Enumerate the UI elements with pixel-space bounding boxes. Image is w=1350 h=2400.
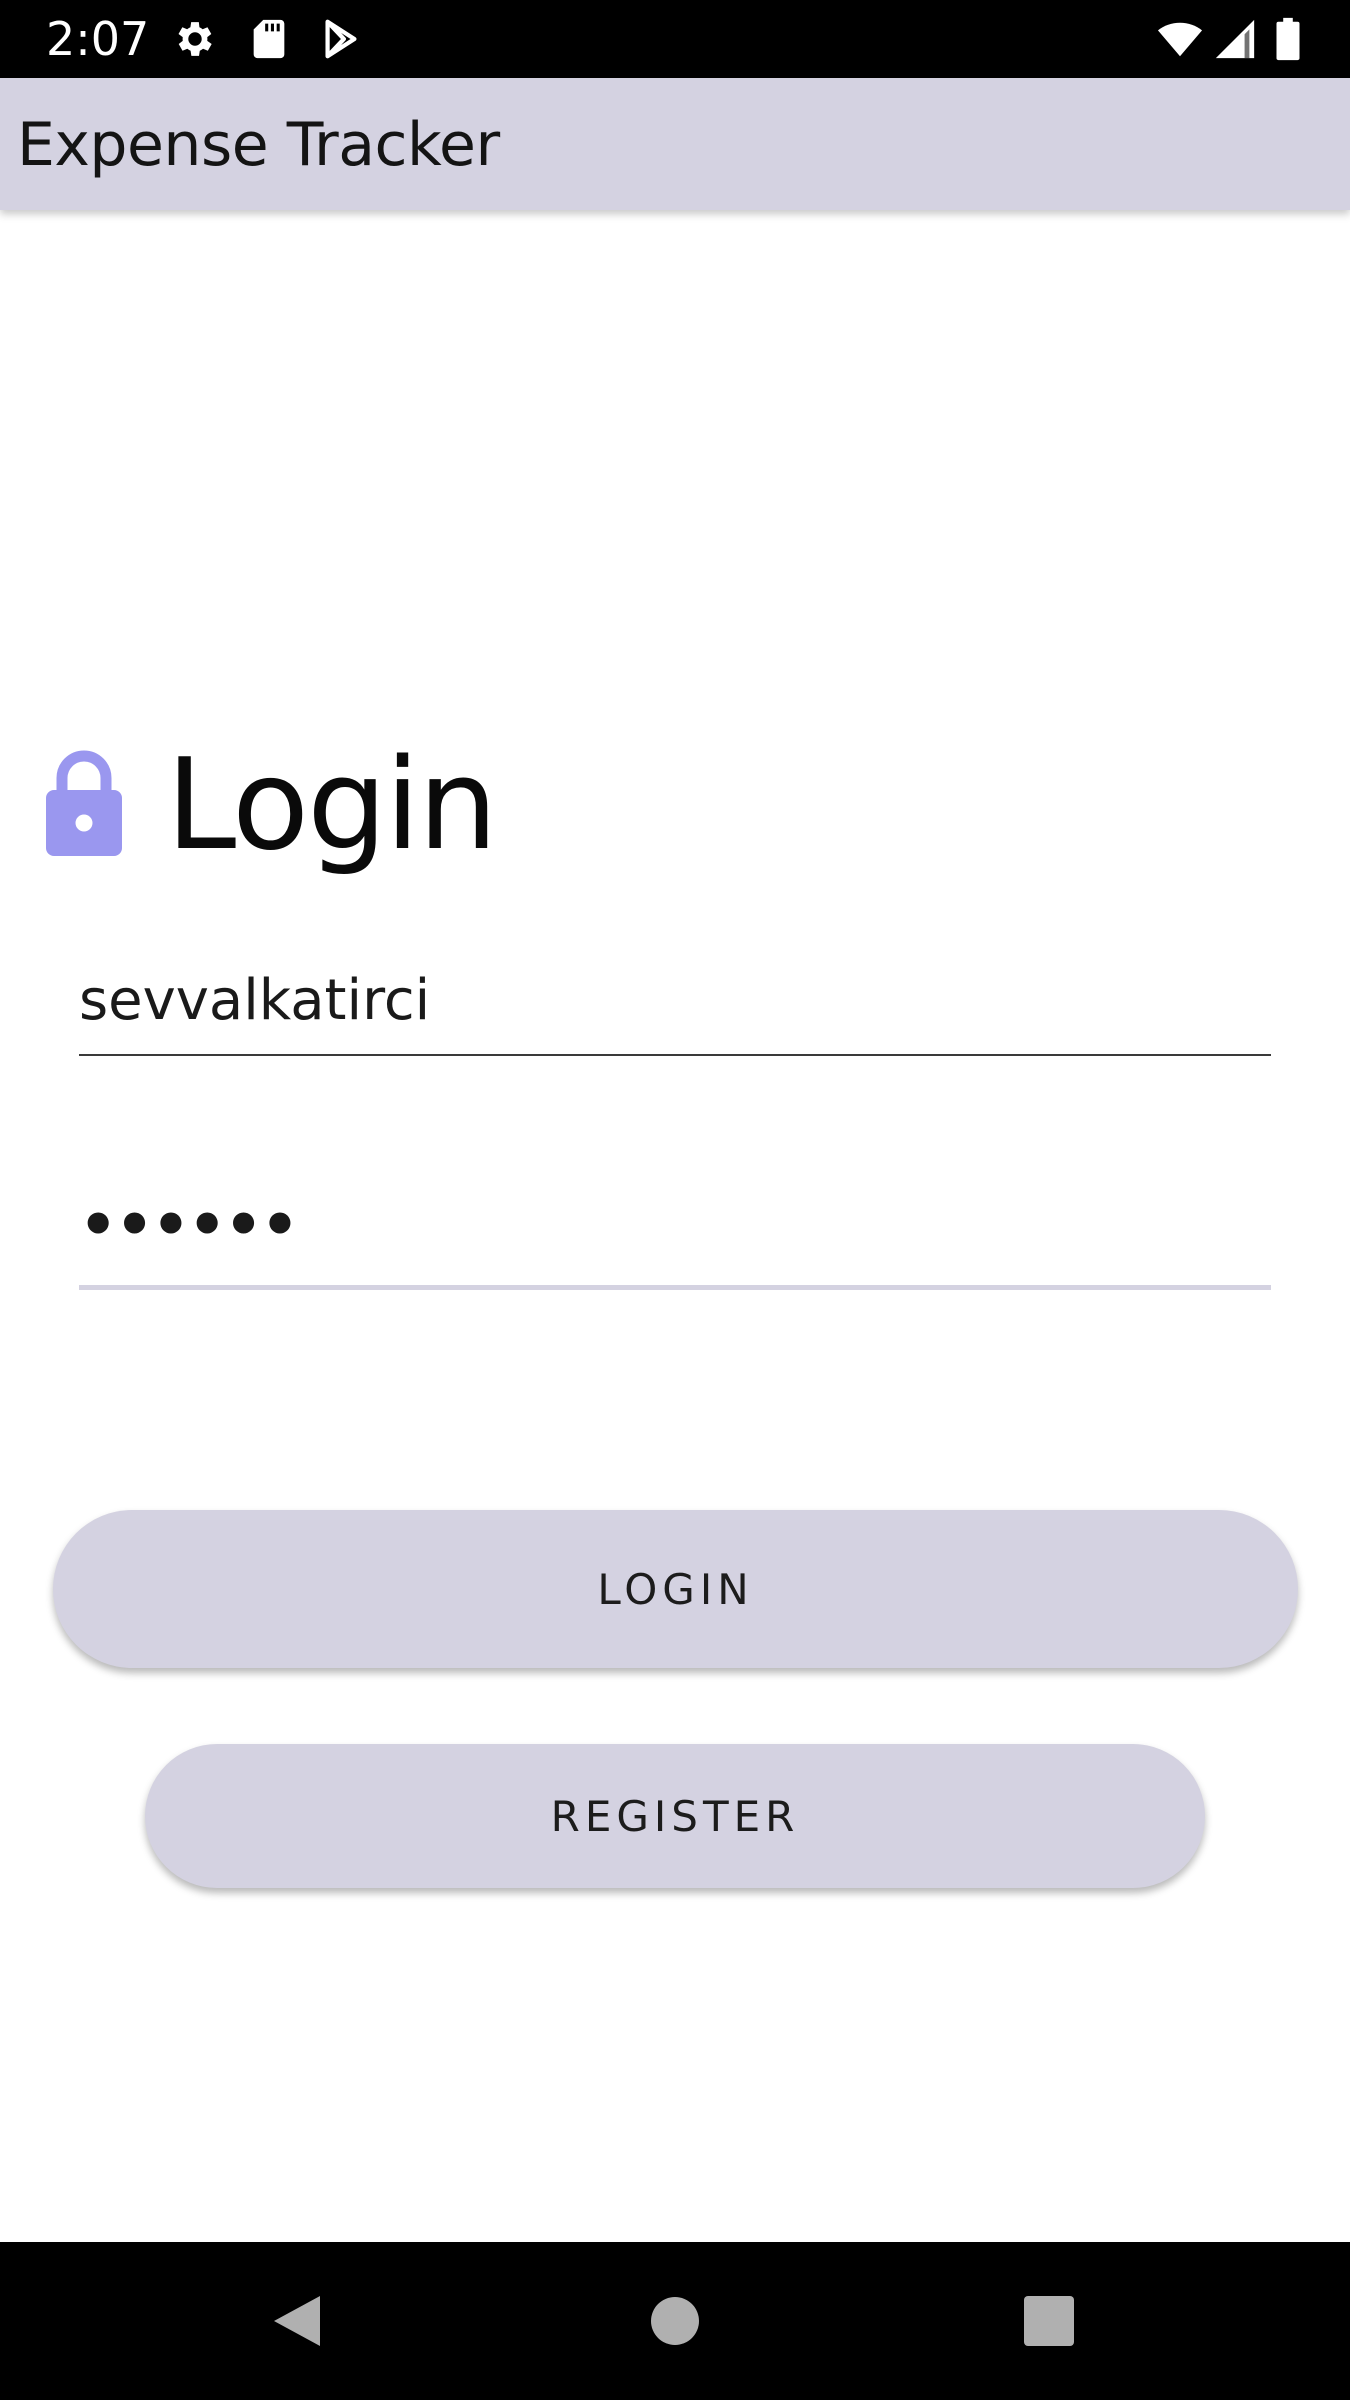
page-title: Login [166, 731, 498, 878]
recents-icon[interactable] [1014, 2286, 1084, 2356]
wifi-icon [1152, 16, 1208, 62]
lock-icon [44, 740, 124, 860]
password-value: •••••• [79, 1190, 299, 1260]
settings-icon [172, 16, 218, 62]
navigation-bar [0, 2242, 1350, 2400]
username-value: sevvalkatirci [79, 968, 431, 1033]
home-icon[interactable] [640, 2286, 710, 2356]
back-icon[interactable] [262, 2286, 332, 2356]
app-title: Expense Tracker [17, 110, 500, 180]
register-button[interactable]: REGISTER [145, 1744, 1205, 1888]
sd-card-icon [246, 16, 292, 62]
signal-icon [1212, 16, 1258, 62]
password-field[interactable]: •••••• [79, 1190, 1271, 1290]
app-bar: Expense Tracker [0, 78, 1350, 210]
login-screen: 2:07 Expense Tracker Login sevvalkatirci… [0, 0, 1350, 2400]
status-bar: 2:07 [0, 0, 1350, 78]
login-button[interactable]: LOGIN [53, 1510, 1298, 1668]
play-store-icon [318, 16, 364, 62]
username-field[interactable]: sevvalkatirci [79, 960, 1271, 1056]
status-time: 2:07 [46, 12, 150, 66]
battery-icon [1268, 16, 1308, 62]
